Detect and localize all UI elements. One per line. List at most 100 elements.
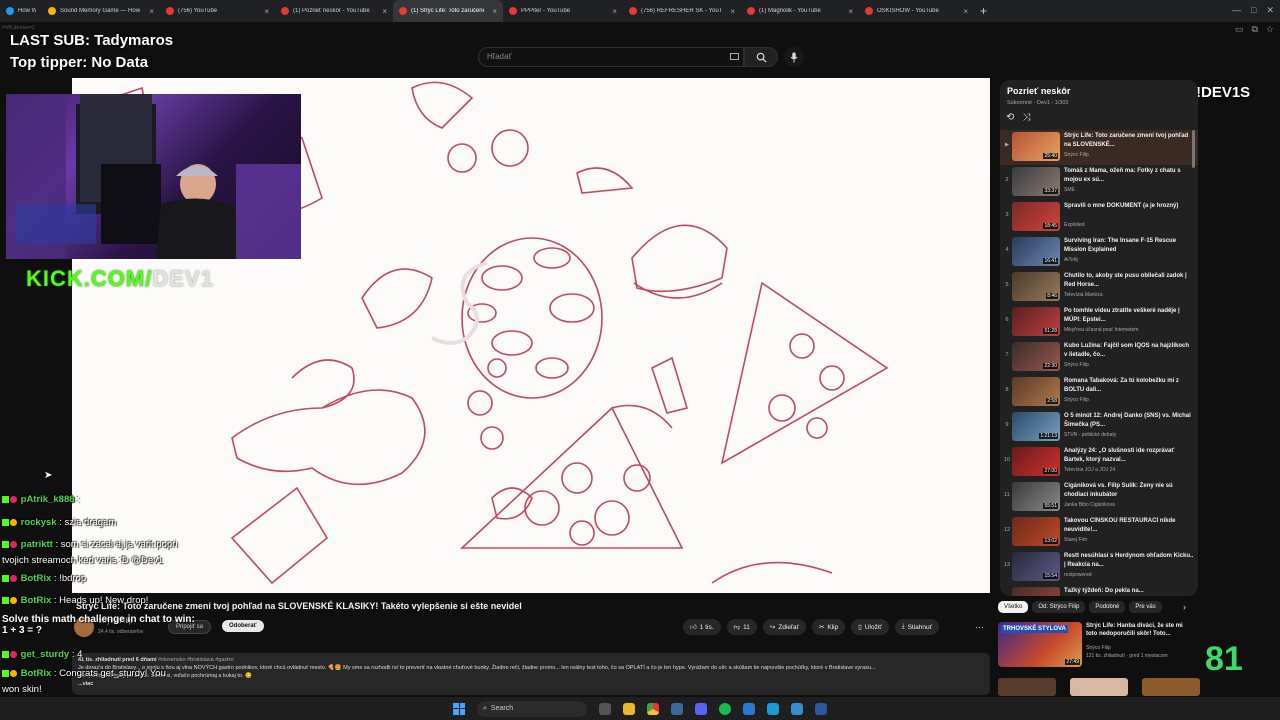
playlist-item[interactable]: ▶ 25:40 Strýc Life: Toto zaručene zmení tv… — [1000, 130, 1198, 165]
chat-username[interactable]: pAtrik_k888 — [21, 494, 75, 505]
playlist-thumbnail[interactable]: 25:40 — [1012, 132, 1060, 161]
filter-chip[interactable]: Pre vás — [1129, 601, 1162, 613]
playlist-item[interactable]: 10 27:00 Analýzy 24: „O slušnosti ide rozp… — [1000, 445, 1198, 480]
recommended-thumbnail[interactable] — [1142, 678, 1200, 696]
download-button[interactable]: ⤓ Stiahnuť — [894, 619, 940, 635]
playlist-item-title[interactable]: Po tomhle videu ztratíte veškeré naděje … — [1064, 307, 1194, 325]
app-icon[interactable] — [815, 702, 827, 715]
file-explorer-icon[interactable] — [623, 702, 635, 715]
recommended-video[interactable]: TRHOVSKÉ STYLOVA 27:49 Strýc Life: Hanba… — [998, 622, 1194, 667]
star-icon[interactable]: ☆ — [1266, 24, 1274, 35]
playlist-item[interactable]: 7 22:30 Kubo Lužina: Fajčil som IQOS na ha… — [1000, 340, 1198, 375]
search-input[interactable]: Hľadať — [478, 47, 744, 67]
browser-tab[interactable]: (756) YouTube × — [160, 0, 275, 22]
playlist-thumbnail[interactable]: 2:58 — [1012, 377, 1060, 406]
share-button[interactable]: ↪ Zdieľať — [762, 619, 806, 635]
playlist-thumbnail[interactable]: 1:21:13 — [1012, 412, 1060, 441]
close-window-icon[interactable]: ✕ — [1266, 5, 1274, 16]
filter-chip[interactable]: Všetko — [998, 601, 1029, 613]
playlist-item-title[interactable]: Chutilo to, akoby ste pusu obliečali zad… — [1064, 272, 1194, 290]
chevron-right-icon[interactable]: › — [1183, 602, 1186, 612]
browser-tab[interactable]: OSKISHOW - YouTube × — [859, 0, 974, 22]
chrome-icon[interactable] — [647, 702, 659, 715]
close-tab-icon[interactable]: × — [722, 7, 735, 16]
recommended-thumbnail[interactable] — [1070, 678, 1128, 696]
close-tab-icon[interactable]: × — [955, 7, 968, 16]
browser-tab[interactable]: (1) Strýc Life: Toto zaručene × — [393, 0, 503, 22]
chat-username[interactable]: BotRix — [21, 573, 52, 584]
close-tab-icon[interactable]: × — [604, 7, 617, 16]
playlist-thumbnail[interactable]: 33:37 — [1012, 167, 1060, 196]
playlist-item-title[interactable]: Takovou ČÍNSKOU RESTAURACÍ nikde neuvidí… — [1064, 517, 1194, 535]
playlist-item[interactable]: 2 33:37 Tomáš z Mama, ožeň ma: Fotky z cha… — [1000, 165, 1198, 200]
chat-username[interactable]: get_sturdy — [21, 649, 70, 660]
browser-tab[interactable]: (1) Pozrieť neskôr - YouTube × — [275, 0, 393, 22]
close-tab-icon[interactable]: × — [840, 7, 853, 16]
new-tab-icon[interactable]: + — [974, 4, 993, 18]
playlist-item[interactable]: 14Ťažký týždeň: Do pekla na... — [1000, 585, 1198, 596]
recommended-title[interactable]: Strýc Life: Hanba diváci, že ste mi toto… — [1086, 622, 1190, 638]
playlist-item-title[interactable]: Spravili o mne DOKUMENT (a je hrozný) — [1064, 202, 1194, 211]
playlist-item-title[interactable]: Strýc Life: Toto zaručene zmení tvoj poh… — [1064, 132, 1194, 150]
playlist-thumbnail[interactable]: 8:46 — [1012, 272, 1060, 301]
playlist-item[interactable]: 9 1:21:13 O 5 minút 12: Andrej Danko (SNS)… — [1000, 410, 1198, 445]
clip-button[interactable]: ✂ Klip — [811, 619, 846, 635]
playlist-scrollbar[interactable] — [1192, 130, 1195, 168]
edge-icon[interactable] — [767, 702, 779, 715]
minimize-icon[interactable]: — — [1232, 5, 1241, 16]
browser-tab[interactable]: (756) REFRESHER SK - YouTube× — [623, 0, 741, 22]
chat-username[interactable]: patriktt — [21, 539, 53, 550]
playlist-thumbnail[interactable]: 55:51 — [1012, 482, 1060, 511]
like-button[interactable]: 👍︎ 1 tis. — [683, 619, 721, 635]
close-tab-icon[interactable]: × — [374, 7, 387, 16]
extensions-icon[interactable]: ⧉ — [1251, 24, 1257, 35]
playlist-thumbnail[interactable]: 13:02 — [1012, 517, 1060, 546]
filter-chip[interactable]: Podobné — [1089, 601, 1126, 613]
browser-tab[interactable]: How W — [0, 0, 42, 22]
voice-search-button[interactable] — [784, 47, 804, 67]
save-button[interactable]: ▯ Uložiť — [851, 619, 889, 635]
playlist-item[interactable]: 5 8:46 Chutilo to, akoby ste pusu obliečal… — [1000, 270, 1198, 305]
steam-icon[interactable] — [671, 702, 683, 715]
playlist-thumbnail[interactable]: 18:45 — [1012, 202, 1060, 231]
playlist-thumbnail[interactable]: 15:54 — [1012, 552, 1060, 581]
task-view-icon[interactable] — [599, 702, 611, 715]
more-actions-icon[interactable]: ⋯ — [975, 622, 984, 633]
browser-tab[interactable]: (1) Magnolik - YouTube × — [741, 0, 859, 22]
recommended-thumbnail[interactable] — [998, 678, 1056, 696]
taskbar-search[interactable]: ⌕ Search — [477, 700, 587, 717]
recommended-channel[interactable]: Strýco Filip — [1086, 645, 1111, 651]
chat-username[interactable]: BotRix — [21, 668, 52, 679]
playlist-thumbnail[interactable]: 16:41 — [1012, 237, 1060, 266]
filter-chip[interactable]: Od: Strýco Filip — [1032, 601, 1086, 613]
playlist-item[interactable]: 8 2:58 Romana Tabaková: Za tú kolobežku mi… — [1000, 375, 1198, 410]
playlist-item-title[interactable]: Ťažký týždeň: Do pekla na... — [1064, 587, 1194, 596]
chat-username[interactable]: rockysk — [21, 517, 57, 528]
playlist-item[interactable]: 13 15:54 Restt nesúhlasí s Herdynom ohľado… — [1000, 550, 1198, 585]
playlist-thumbnail[interactable]: 51:28 — [1012, 307, 1060, 336]
playlist-item[interactable]: 12 13:02 Takovou ČÍNSKOU RESTAURACÍ nikde … — [1000, 515, 1198, 550]
playlist-thumbnail[interactable] — [1012, 587, 1060, 596]
video-description[interactable]: 41 tis. zhliadnutí pred 6 dňami #slovens… — [72, 653, 990, 695]
playlist-item[interactable]: 11 55:51 Cigániková vs. Filip Sulík: Ženy … — [1000, 480, 1198, 515]
unsubscribe-button[interactable]: Odoberať — [222, 620, 264, 632]
start-menu-icon[interactable] — [453, 702, 465, 715]
search-button[interactable] — [744, 47, 778, 67]
vscode-icon[interactable] — [743, 702, 755, 715]
notepad-icon[interactable] — [791, 702, 803, 715]
playlist-item-title[interactable]: Analýzy 24: „O slušnosti ide rozprávať B… — [1064, 447, 1194, 465]
keyboard-icon[interactable] — [730, 53, 739, 60]
close-tab-icon[interactable]: × — [256, 7, 269, 16]
playlist-thumbnail[interactable]: 27:00 — [1012, 447, 1060, 476]
cast-icon[interactable]: ▭ — [1235, 24, 1244, 35]
playlist-item-title[interactable]: Kubo Lužina: Fajčil som IQOS na hajzlíko… — [1064, 342, 1194, 360]
playlist-item-title[interactable]: Tomáš z Mama, ožeň ma: Fotky z chatu s m… — [1064, 167, 1194, 185]
playlist-item[interactable]: 6 51:28 Po tomhle videu ztratíte veškeré n… — [1000, 305, 1198, 340]
playlist-item[interactable]: 3 18:45 Spravili o mne DOKUMENT (a je hroz… — [1000, 200, 1198, 235]
recommended-thumbnail[interactable]: TRHOVSKÉ STYLOVA 27:49 — [998, 622, 1082, 667]
chat-username[interactable]: BotRix — [21, 595, 52, 606]
playlist-item-title[interactable]: Surviving Iran: The Insane F-15 Rescue M… — [1064, 237, 1194, 255]
close-tab-icon[interactable]: × — [141, 7, 154, 16]
browser-tab[interactable]: PPPiter - YouTube × — [503, 0, 623, 22]
playlist-item-title[interactable]: O 5 minút 12: Andrej Danko (SNS) vs. Mic… — [1064, 412, 1194, 430]
